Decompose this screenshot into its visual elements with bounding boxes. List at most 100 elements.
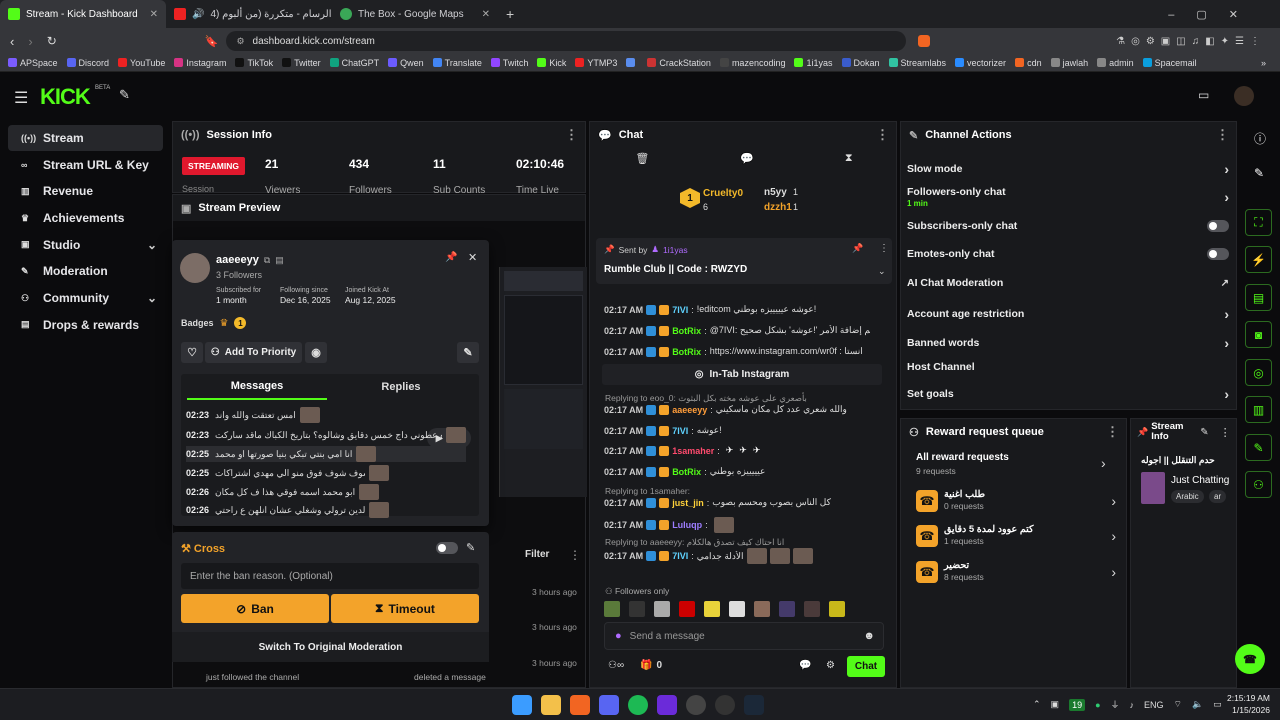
chat-message[interactable]: 02:17 AM 7IVI: عوشه!	[604, 425, 722, 436]
file-explorer-icon[interactable]	[541, 695, 561, 715]
avatar[interactable]	[1234, 86, 1254, 106]
bookmark-item[interactable]: TikTok	[235, 58, 273, 68]
unpin-icon[interactable]: 📌	[852, 243, 863, 254]
all-reward-requests[interactable]: All reward requests 9 requests ›	[916, 452, 1116, 476]
channel-action-slow-mode[interactable]: Slow mode ›	[907, 161, 1229, 177]
kick-app-icon[interactable]	[657, 695, 677, 715]
sidebar-item-drops-rewards[interactable]: ▤ Drops & rewards	[8, 312, 163, 338]
bookmark-item[interactable]: mazencoding	[719, 58, 785, 68]
toggle-switch[interactable]	[1207, 248, 1229, 260]
sidebar-item-achievements[interactable]: ♛ Achievements	[8, 205, 163, 231]
chat-message[interactable]: 02:17 AM 1samaher: ✈✈✈	[604, 445, 766, 456]
tag-chip[interactable]: ar	[1209, 490, 1227, 503]
in-tab-instagram-button[interactable]: ◎ In-Tab Instagram	[602, 364, 882, 385]
emote-icon[interactable]	[704, 601, 720, 617]
close-card-icon[interactable]: ✕	[468, 251, 477, 264]
tag-chip[interactable]: Arabic	[1171, 490, 1204, 503]
channel-action-ai-chat-moderation[interactable]: AI Chat Moderation ↗	[907, 277, 1229, 289]
filter-button[interactable]: Filter	[525, 549, 549, 560]
tab-youtube-music[interactable]: 🔊 حسام الرسام - متكررة (من ألبوم (4 ✕	[166, 0, 332, 28]
timeout-button[interactable]: ⧗ Timeout	[331, 594, 479, 623]
sidebar-item-stream-url-key[interactable]: ∞ Stream URL & Key	[8, 152, 163, 178]
brave-icon[interactable]	[570, 695, 590, 715]
emote-icon[interactable]	[804, 601, 820, 617]
language-indicator[interactable]: ENG	[1144, 700, 1164, 710]
channel-action-emotes-only-chat[interactable]: Emotes-only chat	[907, 248, 1229, 260]
actions-menu-icon[interactable]: ⋮	[1216, 127, 1229, 143]
chat-message[interactable]: 02:17 AM 7IVI: الأدلة جدامي	[604, 548, 813, 564]
mic-icon[interactable]: ♪	[1130, 700, 1135, 710]
chat-message[interactable]: 02:17 AM 7IVI: !editcom عوشه عيييييزه بوطن…	[604, 304, 816, 315]
bookmark-item[interactable]: CrackStation	[647, 58, 711, 68]
quick-action-1-icon[interactable]: ⛶	[1245, 209, 1272, 236]
chat-username[interactable]: BotRix	[672, 347, 701, 357]
channel-action-followers-only-chat[interactable]: Followers-only chat 1 min ›	[907, 186, 1229, 208]
user-message-row[interactable]: 02:26 الدين ترولي وشغلي عشان انلهن ع راحت…	[186, 502, 466, 518]
tab-kick-dashboard[interactable]: Stream - Kick Dashboard ✕	[0, 0, 166, 28]
edit-icon[interactable]: ✎	[466, 541, 475, 554]
edit-icon[interactable]: ✎	[1200, 427, 1208, 438]
new-tab-icon[interactable]: +	[506, 6, 514, 22]
channel-action-banned-words[interactable]: Banned words ›	[907, 335, 1229, 351]
channel-action-account-age-restriction[interactable]: Account age restriction ›	[907, 306, 1229, 322]
bookmark-item[interactable]: admin	[1097, 58, 1134, 68]
user-avatar[interactable]	[180, 253, 210, 283]
emoji-icon[interactable]: ☻	[863, 630, 875, 642]
filter-menu-icon[interactable]: ⋮	[569, 548, 581, 562]
toggle-switch[interactable]	[1207, 220, 1229, 232]
bookmark-item[interactable]: Instagram	[174, 58, 226, 68]
menu-icon[interactable]: ☰	[14, 88, 28, 108]
user-message-row[interactable]: 02:26 ابو محمد اسمه فوقي هذا ف كل مكان	[186, 484, 466, 500]
forward-icon[interactable]: ›	[28, 34, 32, 49]
follow-heart-button[interactable]: ♡	[181, 342, 203, 363]
wallet-icon[interactable]: ▭	[1198, 88, 1209, 102]
user-message-row[interactable]: 02:23باك فايزه عطوني داج خمس دقايق وشالو…	[186, 427, 466, 443]
edit-icon[interactable]: ✎	[1254, 166, 1264, 180]
chat-username[interactable]: BotRix	[672, 467, 701, 477]
chevron-down-icon[interactable]: ⌄	[147, 238, 157, 252]
emote-icon[interactable]	[654, 601, 670, 617]
help-chat-icon[interactable]: ☎	[1235, 644, 1265, 674]
bookmark-item[interactable]: Dokan	[841, 58, 880, 68]
chat-username[interactable]: 1samaher	[672, 446, 714, 456]
extensions-icons[interactable]: ⚗◎⚙▣◫♫◧✦☰⋮	[1116, 36, 1266, 47]
reward-item[interactable]: ☎ تحضير 8 requests ›	[916, 560, 1116, 583]
volume-icon[interactable]: 🔈	[1192, 699, 1203, 710]
bookmark-item[interactable]: Kick	[537, 58, 566, 68]
send-message-input[interactable]: ● Send a message ☻	[604, 622, 884, 650]
sidebar-item-community[interactable]: ⚇ Community ⌄	[8, 285, 163, 311]
ban-reason-input[interactable]: Enter the ban reason. (Optional)	[181, 563, 479, 589]
chat-username[interactable]: just_jin	[672, 498, 704, 508]
steam-icon[interactable]	[744, 695, 764, 715]
bookmark-item[interactable]: Twitch	[490, 58, 528, 68]
emote-icon[interactable]	[729, 601, 745, 617]
tab-google-maps[interactable]: The Box - Google Maps ✕	[332, 0, 498, 28]
chevron-down-icon[interactable]: ⌄	[878, 266, 886, 277]
windows-start-icon[interactable]	[512, 695, 532, 715]
chat-message[interactable]: 02:17 AM BotRix: عيييييزه بوطني	[604, 466, 765, 477]
tab-messages[interactable]: Messages	[187, 374, 327, 400]
category-thumbnail[interactable]	[1141, 472, 1165, 504]
wrench-icon[interactable]: ✎	[1245, 434, 1272, 461]
bookmark-item[interactable]	[626, 58, 638, 67]
chat-username[interactable]: aaeeeyy	[672, 405, 707, 415]
channel-action-subscribers-only-chat[interactable]: Subscribers-only chat	[907, 220, 1229, 232]
pinned-menu-icon[interactable]: ⋮	[879, 243, 889, 254]
ban-button[interactable]: ⊘ Ban	[181, 594, 329, 623]
chat-bubble-icon[interactable]: 💬	[799, 660, 811, 671]
top-gifter-name[interactable]: Cruelty0	[703, 188, 743, 199]
reward-item[interactable]: ☎ كتم عوود لمدة 5 دقايق 1 requests ›	[916, 524, 1116, 547]
user-message-row[interactable]: 02:25 انا امي بنتي تبكي بنيا صورتها او مح…	[186, 446, 466, 462]
bookmark-item[interactable]: YouTube	[118, 58, 165, 68]
sidebar-item-stream[interactable]: ((•)) Stream	[8, 125, 163, 151]
reward-item[interactable]: ☎ طلب اغنية 0 requests ›	[916, 489, 1116, 512]
sidebar-item-revenue[interactable]: ▥ Revenue	[8, 178, 163, 204]
emote-icon[interactable]	[679, 601, 695, 617]
switch-moderation-button[interactable]: Switch To Original Moderation	[172, 632, 489, 662]
lightning-icon[interactable]: ⚡	[1245, 246, 1272, 273]
bookmark-item[interactable]: Qwen	[388, 58, 424, 68]
back-icon[interactable]: ‹	[10, 34, 14, 49]
chat-message[interactable]: 02:17 AM Luluqp:	[604, 517, 734, 533]
temperature-badge[interactable]: 19	[1069, 698, 1086, 711]
session-menu-icon[interactable]: ⋮	[565, 127, 578, 143]
